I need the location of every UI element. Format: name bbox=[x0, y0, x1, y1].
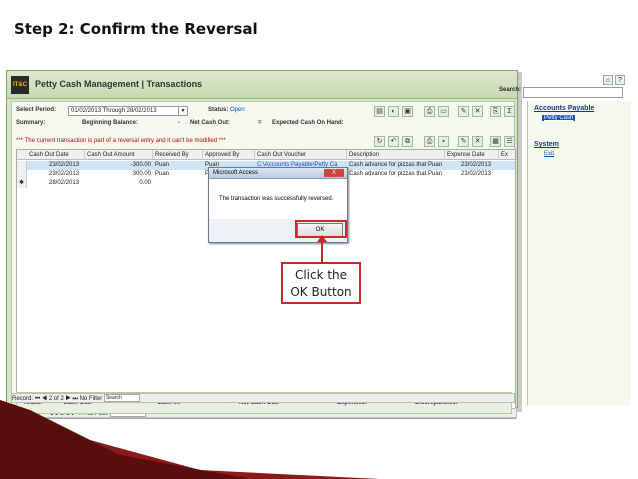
col-description[interactable]: Description bbox=[347, 150, 445, 160]
callout-line-1: Click the bbox=[294, 268, 348, 282]
beginning-balance-value: - bbox=[178, 120, 180, 126]
form-record-nav: Record: ⏮ ◀ 2 of 2 ▶ ⏭ No Filter Search bbox=[11, 393, 515, 403]
slide-title: Step 2: Confirm the Reversal bbox=[14, 20, 258, 38]
new-row-icon[interactable]: ✱ bbox=[17, 179, 27, 188]
export-icon[interactable]: ▣ bbox=[402, 106, 413, 117]
app-titlebar: IT&C Petty Cash Management | Transaction… bbox=[7, 71, 625, 99]
copy-icon[interactable]: ⧉ bbox=[402, 136, 413, 147]
edit-icon[interactable]: ✎ bbox=[458, 106, 469, 117]
net-cash-out-value: = bbox=[258, 120, 262, 126]
list-icon[interactable]: ☰ bbox=[504, 136, 515, 147]
last-record-icon[interactable]: ⏭ bbox=[73, 396, 78, 402]
callout-arrow-line bbox=[321, 238, 323, 262]
search-label: Search: bbox=[499, 87, 522, 93]
search-input[interactable] bbox=[523, 87, 623, 98]
print-icon-2[interactable]: ⎙ bbox=[424, 136, 435, 147]
app-title: Petty Cash Management | Transactions bbox=[35, 79, 203, 89]
reversal-warning: *** The current transaction is part of a… bbox=[16, 138, 226, 144]
report-icon[interactable]: ▤ bbox=[374, 106, 385, 117]
sidebar-item-petty-cash[interactable]: Petty Cash bbox=[542, 115, 576, 121]
row-selector[interactable] bbox=[17, 161, 27, 170]
folder-icon[interactable]: ▭ bbox=[438, 106, 449, 117]
sidebar-item-exit[interactable]: Exit bbox=[542, 151, 556, 157]
col-approved-by[interactable]: Approved By bbox=[203, 150, 255, 160]
chart-icon[interactable]: ◐ bbox=[388, 106, 399, 117]
save-icon[interactable]: ▪ bbox=[438, 136, 449, 147]
form-search-input[interactable]: Search bbox=[103, 394, 140, 403]
col-expense-date[interactable]: Expense Date bbox=[445, 150, 499, 160]
period-value: 01/02/2013 Through 28/02/2013 bbox=[71, 108, 157, 114]
col-received-by[interactable]: Received By bbox=[153, 150, 203, 160]
undo-icon[interactable]: ↶ bbox=[388, 136, 399, 147]
net-cash-out-label: Net Cash Out: bbox=[190, 120, 231, 126]
grid-header: Cash Out Date Cash Out Amount Received B… bbox=[17, 150, 517, 160]
record-position: 2 of 2 bbox=[48, 396, 64, 402]
filter-toggle[interactable]: No Filter bbox=[80, 396, 103, 402]
status-value: Open bbox=[230, 107, 245, 113]
sidebar: Accounts Payable Petty Cash System Exit bbox=[527, 101, 631, 405]
print-icon[interactable]: ⎙ bbox=[424, 106, 435, 117]
dialog-body: The transaction was successfully reverse… bbox=[209, 179, 347, 219]
delete-icon[interactable]: ✕ bbox=[472, 136, 483, 147]
instruction-callout: Click the OK Button bbox=[281, 262, 361, 304]
help-icon[interactable]: ? bbox=[615, 75, 625, 85]
dialog-close-button[interactable]: X bbox=[324, 169, 344, 177]
col-cash-out-date[interactable]: Cash Out Date bbox=[27, 150, 85, 160]
record-label: Record: bbox=[12, 396, 34, 402]
attach-icon[interactable]: ⎘ bbox=[490, 106, 501, 117]
home-icon[interactable]: ⌂ bbox=[603, 75, 613, 85]
select-period-label: Select Period: bbox=[16, 107, 57, 113]
edit-icon-2[interactable]: ✎ bbox=[458, 136, 469, 147]
chevron-down-icon[interactable]: ▼ bbox=[178, 107, 187, 115]
summary-label: Summary: bbox=[16, 120, 46, 126]
col-cash-out-amount[interactable]: Cash Out Amount bbox=[85, 150, 153, 160]
sidebar-accounts-payable[interactable]: Accounts Payable bbox=[534, 105, 594, 112]
callout-line-2: OK Button bbox=[290, 285, 352, 299]
close-icon[interactable]: ✕ bbox=[472, 106, 483, 117]
dialog-message: The transaction was successfully reverse… bbox=[219, 196, 334, 202]
transactions-panel: Select Period: 01/02/2013 Through 28/02/… bbox=[11, 101, 517, 419]
col-cash-out-voucher[interactable]: Cash Out Voucher bbox=[255, 150, 347, 160]
row-selector[interactable] bbox=[17, 170, 27, 179]
next-record-icon[interactable]: ▶ bbox=[65, 396, 70, 402]
col-ex[interactable]: Ex bbox=[499, 150, 517, 160]
beginning-balance-label: Beginning Balance: bbox=[82, 120, 139, 126]
first-record-icon[interactable]: ⏮ bbox=[35, 396, 40, 402]
refresh-icon[interactable]: ↻ bbox=[374, 136, 385, 147]
sum-icon[interactable]: Σ bbox=[504, 106, 515, 117]
expected-cash-label: Expected Cash On Hand: bbox=[272, 120, 344, 126]
sidebar-system[interactable]: System bbox=[534, 141, 559, 148]
prev-record-icon[interactable]: ◀ bbox=[42, 396, 47, 402]
status-label: Status: Open bbox=[208, 107, 245, 113]
app-logo: IT&C bbox=[11, 76, 29, 94]
period-select[interactable]: 01/02/2013 Through 28/02/2013 ▼ bbox=[68, 106, 188, 116]
grid-icon[interactable]: ▦ bbox=[490, 136, 501, 147]
